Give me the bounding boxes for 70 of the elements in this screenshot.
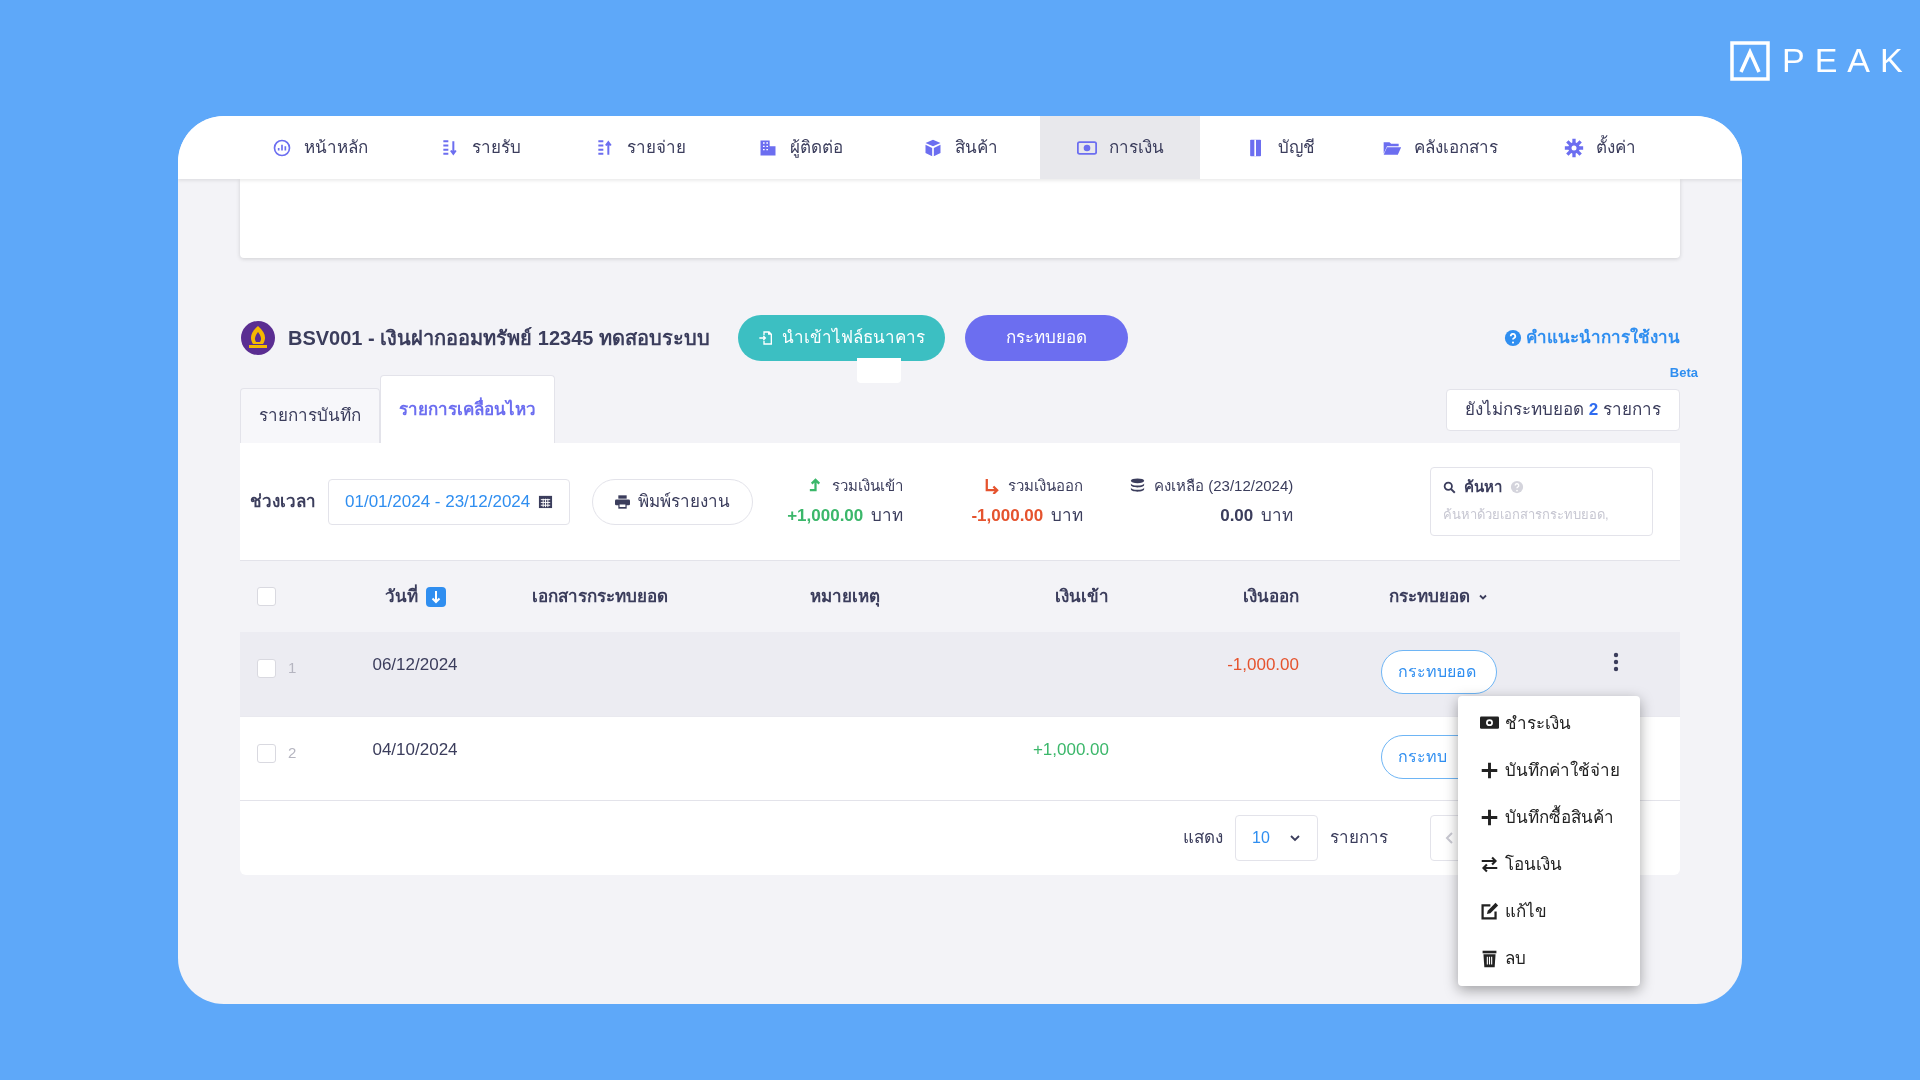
file-import-icon (758, 330, 774, 346)
nav-tab[interactable]: การเงิน (1040, 116, 1200, 179)
nav-tab[interactable]: บัญชี (1200, 116, 1360, 179)
items-label: รายการ (1330, 827, 1388, 850)
mountain-logo-icon (1730, 40, 1770, 81)
printer-icon (615, 494, 631, 509)
search-input[interactable]: ค้นหาด้วยเอกสารกระทบยอด, (1443, 504, 1640, 524)
show-label: แสดง (1183, 827, 1223, 850)
chart-icon (272, 137, 292, 158)
tab[interactable]: รายการบันทึก (240, 388, 380, 443)
column-header: เอกสารกระทบยอด (532, 585, 668, 608)
search-label: ค้นหา (1464, 477, 1502, 497)
calendar-icon (538, 494, 554, 509)
search-icon (1443, 480, 1456, 494)
swap-arrows-icon (1480, 855, 1499, 874)
row-number: 2 (288, 743, 297, 763)
help-icon (1504, 329, 1522, 347)
tooltip-box (857, 358, 901, 383)
beta-label: Beta (1669, 364, 1698, 382)
sort-down-icon (425, 586, 446, 607)
table-cell-text: 06/12/2024 (372, 654, 458, 676)
tab[interactable]: รายการเคลื่อนไหว (380, 375, 555, 443)
summary-label: รวมเงินออก (1008, 475, 1084, 496)
menu-item[interactable]: โอนเงิน (1458, 841, 1640, 888)
search-field[interactable]: ค้นหา ค้นหาด้วยเอกสารกระทบยอด, (1430, 467, 1653, 536)
currency-label: บาท (871, 505, 904, 527)
help-icon (1510, 480, 1524, 495)
plus-icon (1480, 761, 1499, 780)
kebab-menu-icon (1613, 652, 1619, 672)
checkbox[interactable] (257, 658, 276, 678)
menu-item[interactable]: ลบ (1458, 935, 1640, 982)
nav-tab[interactable]: รายจ่าย (560, 116, 720, 179)
nav-tab[interactable]: รายรับ (400, 116, 560, 179)
summary-label: คงเหลือ (23/12/2024) (1154, 475, 1294, 496)
trash-icon (1480, 949, 1499, 968)
reconcile-button[interactable]: กระทบยอด (965, 315, 1128, 361)
summary-label: รวมเงินเข้า (832, 475, 904, 496)
summary-amount: 0.00 (1220, 505, 1254, 527)
summary-amount: +1,000.00 (787, 505, 864, 527)
nav-tab[interactable]: สินค้า (880, 116, 1040, 179)
arrow-out-icon (983, 477, 1001, 495)
logo-text: PEAK (1782, 40, 1913, 81)
plus-icon (1480, 808, 1499, 827)
table-cell-text: -1,000.00 (1227, 654, 1299, 676)
table-cell-text: 04/10/2024 (372, 739, 458, 761)
currency-label: บาท (1261, 505, 1294, 527)
column-header: หมายเหตุ (810, 585, 880, 609)
currency-label: บาท (1051, 505, 1084, 527)
summary-amount: -1,000.00 (971, 505, 1044, 527)
chevron-left-icon (1445, 831, 1455, 845)
menu-item[interactable]: แก้ไข (1458, 888, 1640, 935)
table-cell-text: +1,000.00 (1032, 739, 1109, 761)
gear-icon (1564, 137, 1584, 158)
account-title: BSV001 - เงินฝากออมทรัพย์ 12345 ทดสอบระบบ (288, 326, 710, 351)
column-header: วันที่ (384, 583, 418, 608)
nav-tab[interactable]: หน้าหลัก (240, 116, 400, 179)
coins-icon (1129, 477, 1147, 495)
edit-icon (1480, 902, 1499, 921)
column-header: เงินออก (1243, 585, 1299, 608)
chevron-down-icon (1289, 832, 1301, 844)
nav-tab[interactable]: คลังเอกสาร (1360, 116, 1520, 179)
period-label: ช่วงเวลา (250, 490, 316, 513)
checkbox[interactable] (257, 743, 276, 763)
column-header: กระทบยอด (1389, 585, 1470, 608)
unreconciled-button[interactable]: ยังไม่กระทบยอด 2 รายการ (1446, 389, 1680, 431)
checkbox[interactable] (257, 587, 276, 606)
column-header: เงินเข้า (1055, 585, 1109, 608)
bank-logo-icon (240, 320, 276, 356)
nav-tab[interactable]: ตั้งค่า (1520, 116, 1680, 179)
nav-tab[interactable]: ผู้ติดต่อ (720, 116, 880, 179)
